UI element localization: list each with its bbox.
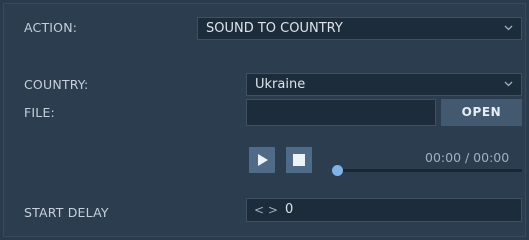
chevron-down-icon (504, 74, 514, 95)
country-label: COUNTRY: (24, 77, 89, 92)
chevron-down-icon (504, 18, 514, 39)
open-button[interactable]: OPEN (441, 99, 522, 126)
seek-track[interactable] (336, 169, 522, 172)
file-label: FILE: (24, 105, 55, 120)
seek-handle[interactable] (332, 165, 343, 176)
action-select[interactable]: SOUND TO COUNTRY (197, 17, 522, 40)
country-select[interactable]: Ukraine (246, 73, 522, 96)
stepper-arrows-icon[interactable]: < > (254, 199, 278, 221)
action-label: ACTION: (24, 20, 78, 35)
settings-panel: ACTION: SOUND TO COUNTRY COUNTRY: Ukrain… (3, 3, 526, 237)
start-delay-label: START DELAY (24, 205, 109, 220)
stop-button[interactable] (286, 147, 312, 173)
play-icon (249, 154, 275, 166)
time-readout: 00:00 / 00:00 (425, 150, 510, 165)
stop-icon (286, 154, 312, 166)
start-delay-input[interactable]: < > 0 (246, 198, 522, 222)
country-select-value: Ukraine (255, 77, 306, 92)
start-delay-value: 0 (285, 202, 294, 217)
action-select-value: SOUND TO COUNTRY (206, 21, 343, 36)
play-button[interactable] (249, 147, 275, 173)
file-path-input[interactable] (246, 99, 436, 126)
